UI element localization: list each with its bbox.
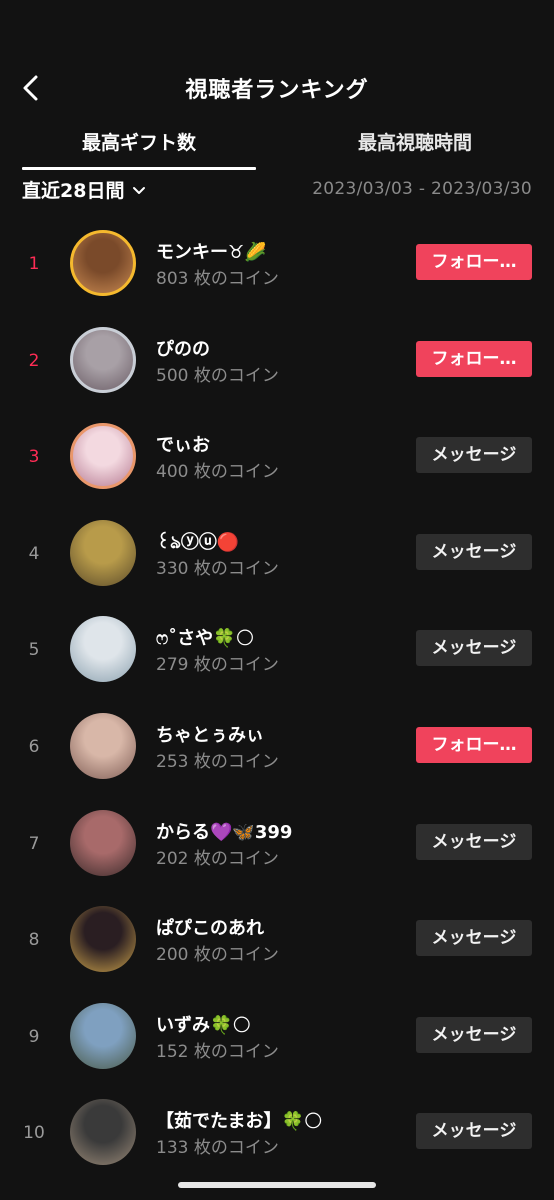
- tab-top-gifts[interactable]: 最高ギフト数: [22, 126, 256, 170]
- message-button[interactable]: メッセージ: [416, 630, 532, 667]
- coin-count: 279 枚のコイン: [156, 655, 279, 676]
- viewer-name[interactable]: でぃお: [156, 431, 210, 457]
- ranking-row[interactable]: 8 ぱぴこのあれ 200 枚のコイン メッセージ: [0, 892, 554, 989]
- message-button[interactable]: メッセージ: [416, 823, 532, 860]
- avatar[interactable]: [70, 712, 136, 779]
- rank-number: 3: [28, 447, 40, 468]
- viewer-name[interactable]: 【茹でたまお】🍀🌕: [156, 1107, 323, 1133]
- avatar[interactable]: [70, 906, 136, 973]
- ranking-row[interactable]: 1 モンキー♉🌽 803 枚のコイン フォロー…: [0, 216, 554, 313]
- coin-count: 330 枚のコイン: [156, 558, 279, 579]
- avatar[interactable]: [70, 1099, 136, 1166]
- viewer-name[interactable]: いずみ🍀🌕: [156, 1011, 251, 1037]
- ranking-row[interactable]: 3 でぃお 400 枚のコイン メッセージ: [0, 409, 554, 506]
- coin-count: 152 枚のコイン: [156, 1041, 279, 1062]
- coin-count: 500 枚のコイン: [156, 365, 279, 386]
- rank-number: 8: [28, 930, 40, 951]
- viewer-name[interactable]: からる💜🦋399: [156, 818, 292, 844]
- ranking-row[interactable]: 9 いずみ🍀🌕 152 枚のコイン メッセージ: [0, 989, 554, 1086]
- viewer-name[interactable]: ちゃとぅみぃ: [156, 721, 264, 747]
- ranking-row[interactable]: 5 ෆ˚さや🍀🌕 279 枚のコイン メッセージ: [0, 602, 554, 699]
- avatar[interactable]: [70, 1002, 136, 1069]
- chevron-down-icon: [132, 179, 146, 201]
- rank-number: 7: [28, 833, 40, 854]
- rank-number: 6: [28, 736, 40, 757]
- viewer-ranking-screen: 視聴者ランキング 最高ギフト数 最高視聴時間 直近28日間 2023/03/03…: [0, 0, 554, 1200]
- date-range: 2023/03/03 - 2023/03/30: [312, 179, 532, 199]
- period-label: 直近28日間: [22, 180, 125, 202]
- tab-top-watch-time[interactable]: 最高視聴時間: [300, 126, 530, 170]
- ranking-row[interactable]: 2 ぴのの 500 枚のコイン フォロー…: [0, 313, 554, 410]
- follow-button[interactable]: フォロー…: [416, 726, 532, 763]
- header: 視聴者ランキング: [0, 58, 554, 118]
- coin-count: 803 枚のコイン: [156, 269, 279, 289]
- filter-row: 直近28日間 2023/03/03 - 2023/03/30: [0, 174, 554, 208]
- period-dropdown[interactable]: 直近28日間: [22, 176, 146, 203]
- rank-number: 5: [28, 640, 40, 661]
- viewer-name[interactable]: ぴのの: [156, 335, 210, 361]
- home-indicator[interactable]: [178, 1182, 376, 1188]
- avatar[interactable]: [70, 230, 136, 296]
- avatar[interactable]: [70, 809, 136, 876]
- ranking-row[interactable]: 7 からる💜🦋399 202 枚のコイン メッセージ: [0, 796, 554, 893]
- avatar[interactable]: [70, 616, 136, 683]
- ranking-row[interactable]: 4 ꒰ঌⓨⓤ🔴 330 枚のコイン メッセージ: [0, 506, 554, 603]
- rank-number: 4: [28, 543, 40, 564]
- rank-number: 1: [28, 254, 40, 274]
- message-button[interactable]: メッセージ: [416, 920, 532, 957]
- coin-count: 133 枚のコイン: [156, 1138, 279, 1159]
- coin-count: 200 枚のコイン: [156, 945, 279, 966]
- message-button[interactable]: メッセージ: [416, 533, 532, 570]
- coin-count: 400 枚のコイン: [156, 462, 279, 483]
- follow-button[interactable]: フォロー…: [416, 244, 532, 280]
- viewer-name[interactable]: ぱぴこのあれ: [156, 914, 264, 940]
- page-title: 視聴者ランキング: [185, 78, 369, 103]
- coin-count: 202 枚のコイン: [156, 848, 279, 869]
- viewer-name[interactable]: ෆ˚さや🍀🌕: [156, 624, 254, 650]
- rank-number: 9: [28, 1026, 40, 1047]
- avatar[interactable]: [70, 519, 136, 586]
- follow-button[interactable]: フォロー…: [416, 340, 532, 377]
- avatar[interactable]: [70, 326, 136, 393]
- active-tab-indicator: [22, 167, 256, 170]
- message-button[interactable]: メッセージ: [416, 1016, 532, 1053]
- ranking-row[interactable]: 6 ちゃとぅみぃ 253 枚のコイン フォロー…: [0, 699, 554, 796]
- ranking-list: 1 モンキー♉🌽 803 枚のコイン フォロー… 2 ぴのの 500 枚のコイン フォロー… 3…: [0, 216, 554, 1182]
- message-button[interactable]: メッセージ: [416, 1113, 532, 1150]
- rank-number: 10: [23, 1123, 45, 1144]
- ranking-row[interactable]: 10 【茹でたまお】🍀🌕 133 枚のコイン メッセージ: [0, 1085, 554, 1182]
- rank-number: 2: [28, 350, 40, 371]
- message-button[interactable]: メッセージ: [416, 437, 532, 474]
- coin-count: 253 枚のコイン: [156, 751, 279, 772]
- avatar[interactable]: [70, 423, 136, 490]
- ranking-tabs: 最高ギフト数 最高視聴時間: [0, 126, 554, 172]
- viewer-name[interactable]: モンキー♉🌽: [156, 238, 267, 264]
